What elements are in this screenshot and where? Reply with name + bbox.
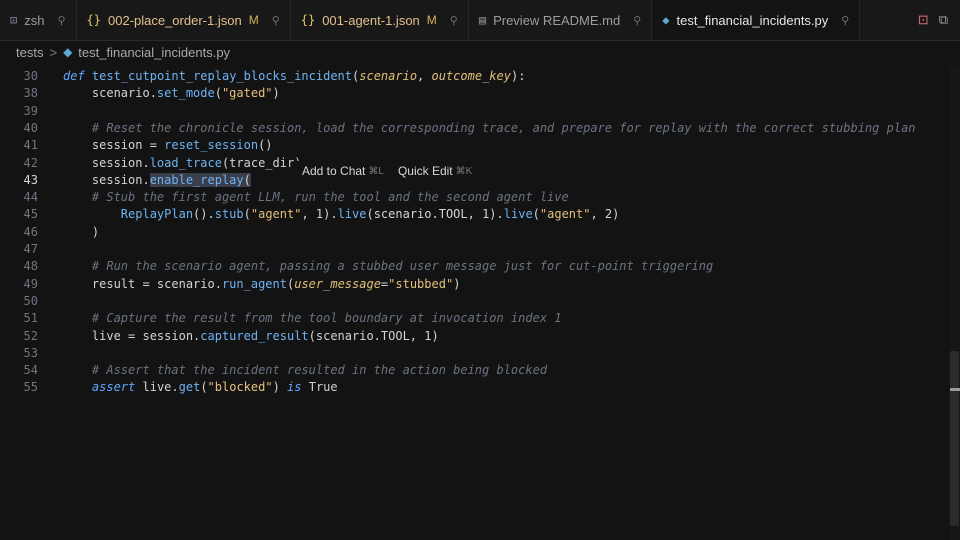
tab-002-place-order-json[interactable]: {} 002-place_order-1.json M ⚲ xyxy=(77,0,291,40)
line-number: 44 xyxy=(23,190,38,205)
line-number: 55 xyxy=(23,380,38,395)
add-to-chat-label: Add to Chat xyxy=(302,164,366,178)
code-line[interactable]: 53 xyxy=(0,345,945,362)
vertical-scrollbar[interactable] xyxy=(950,66,960,540)
code-text[interactable]: session = reset_session() xyxy=(63,137,273,154)
code-line[interactable]: 54 # Assert that the incident resulted i… xyxy=(0,362,945,379)
line-number: 46 xyxy=(23,224,38,239)
pin-icon[interactable]: ⚲ xyxy=(841,14,849,27)
code-text[interactable]: ) xyxy=(63,224,99,241)
preview-icon: ▤ xyxy=(478,13,487,27)
code-text[interactable]: ReplayPlan().stub("agent", 1).live(scena… xyxy=(63,206,620,223)
python-icon: ◆ xyxy=(63,45,73,59)
line-number: 41 xyxy=(23,138,38,153)
line-number: 45 xyxy=(23,207,38,222)
tab-label: test_financial_incidents.py xyxy=(676,12,829,28)
split-editor-icon[interactable]: ⧉ xyxy=(939,12,948,28)
modified-badge: M xyxy=(426,13,437,27)
pin-icon[interactable]: ⚲ xyxy=(57,14,65,27)
shortcut-hint: ⌘L xyxy=(368,165,384,177)
code-text[interactable]: result = scenario.run_agent(user_message… xyxy=(63,276,461,293)
code-line[interactable]: 46 ) xyxy=(0,224,945,241)
tab-actions: ⊡ ⧉ xyxy=(906,0,960,40)
code-text[interactable]: session.enable_replay( xyxy=(63,172,251,189)
tab-label: 001-agent-1.json xyxy=(322,12,420,28)
selection-inline-menu: Add to Chat ⌘L Quick Edit ⌘K xyxy=(296,161,479,181)
code-line[interactable]: 52 live = session.captured_result(scenar… xyxy=(0,328,945,345)
code-text[interactable]: def test_cutpoint_replay_blocks_incident… xyxy=(63,68,525,85)
line-number: 53 xyxy=(23,345,38,360)
line-number: 40 xyxy=(23,120,38,135)
line-number: 42 xyxy=(23,155,38,170)
code-line[interactable]: 45 ReplayPlan().stub("agent", 1).live(sc… xyxy=(0,206,945,223)
json-icon: {} xyxy=(300,13,316,27)
shortcut-hint: ⌘K xyxy=(455,165,473,177)
line-number: 48 xyxy=(23,259,38,274)
line-number: 47 xyxy=(23,242,38,256)
editor-tab-bar: ⊡ zsh ⚲ {} 002-place_order-1.json M ⚲ {}… xyxy=(0,0,960,41)
code-line[interactable]: 55 assert live.get("blocked") is True xyxy=(0,379,945,396)
tab-preview-readme[interactable]: ▤ Preview README.md ⚲ xyxy=(469,0,653,40)
line-number: 43 xyxy=(23,172,38,187)
code-line[interactable]: 40 # Reset the chronicle session, load t… xyxy=(0,120,945,137)
pin-icon[interactable]: ⚲ xyxy=(450,14,458,27)
tab-label: zsh xyxy=(24,12,45,28)
tab-001-agent-json[interactable]: {} 001-agent-1.json M ⚲ xyxy=(291,0,469,40)
code-line[interactable]: 41 session = reset_session() xyxy=(0,137,945,154)
code-text[interactable]: live = session.captured_result(scenario.… xyxy=(63,328,439,345)
scrollbar-cursor-marker xyxy=(950,388,960,391)
code-line[interactable]: 38 scenario.set_mode("gated") xyxy=(0,85,945,102)
code-editor[interactable]: 30 def test_cutpoint_replay_blocks_incide… xyxy=(0,66,960,540)
code-text[interactable]: # Assert that the incident resulted in t… xyxy=(63,362,547,379)
pin-icon[interactable]: ⚲ xyxy=(633,14,641,27)
code-text[interactable]: # Capture the result from the tool bound… xyxy=(63,310,562,327)
code-text[interactable]: # Reset the chronicle session, load the … xyxy=(63,120,916,137)
tab-zsh[interactable]: ⊡ zsh ⚲ xyxy=(0,0,77,40)
line-number: 30 xyxy=(23,69,38,83)
code-line[interactable]: 47 xyxy=(0,241,945,258)
record-icon[interactable]: ⊡ xyxy=(918,12,929,28)
tab-label: 002-place_order-1.json xyxy=(107,12,242,28)
quick-edit-label: Quick Edit xyxy=(397,164,453,178)
code-line[interactable]: 48 # Run the scenario agent, passing a s… xyxy=(0,258,945,275)
breadcrumb: tests > ◆ test_financial_incidents.py xyxy=(0,41,960,63)
modified-badge: M xyxy=(248,13,259,27)
add-to-chat-button[interactable]: Add to Chat ⌘L xyxy=(302,164,384,178)
quick-edit-button[interactable]: Quick Edit ⌘K xyxy=(398,164,472,178)
pin-icon[interactable]: ⚲ xyxy=(272,14,280,27)
breadcrumb-folder[interactable]: tests xyxy=(16,45,43,60)
line-number: 38 xyxy=(23,86,38,101)
code-line[interactable]: 30 def test_cutpoint_replay_blocks_incide… xyxy=(0,68,945,85)
line-number: 50 xyxy=(23,293,38,308)
code-line[interactable]: 39 xyxy=(0,103,945,120)
terminal-icon: ⊡ xyxy=(10,13,18,27)
code-line[interactable]: 50 xyxy=(0,293,945,310)
line-number: 54 xyxy=(23,363,38,378)
line-number: 49 xyxy=(23,276,38,291)
code-line[interactable]: 51 # Capture the result from the tool bo… xyxy=(0,310,945,327)
code-text[interactable]: assert live.get("blocked") is True xyxy=(63,379,338,396)
chevron-right-icon: > xyxy=(49,44,58,60)
breadcrumb-file[interactable]: test_financial_incidents.py xyxy=(78,45,230,60)
line-number: 52 xyxy=(23,328,38,343)
code-text[interactable]: session.load_trace(trace_dir) xyxy=(63,155,302,172)
code-line[interactable]: 49 result = scenario.run_agent(user_mess… xyxy=(0,276,945,293)
tab-label: Preview README.md xyxy=(493,12,621,28)
json-icon: {} xyxy=(86,13,101,27)
line-number: 51 xyxy=(23,311,38,326)
code-text[interactable]: scenario.set_mode("gated") xyxy=(63,85,280,102)
line-number: 39 xyxy=(23,103,38,118)
code-line[interactable]: 44 # Stub the first agent LLM, run the t… xyxy=(0,189,945,206)
scrollbar-thumb[interactable] xyxy=(950,351,959,526)
code-text[interactable]: # Stub the first agent LLM, run the tool… xyxy=(63,189,569,206)
python-icon: ◆ xyxy=(662,13,670,27)
code-text[interactable]: # Run the scenario agent, passing a stub… xyxy=(63,258,713,275)
tab-test-financial-incidents[interactable]: ◆ test_financial_incidents.py ⚲ xyxy=(652,0,861,40)
